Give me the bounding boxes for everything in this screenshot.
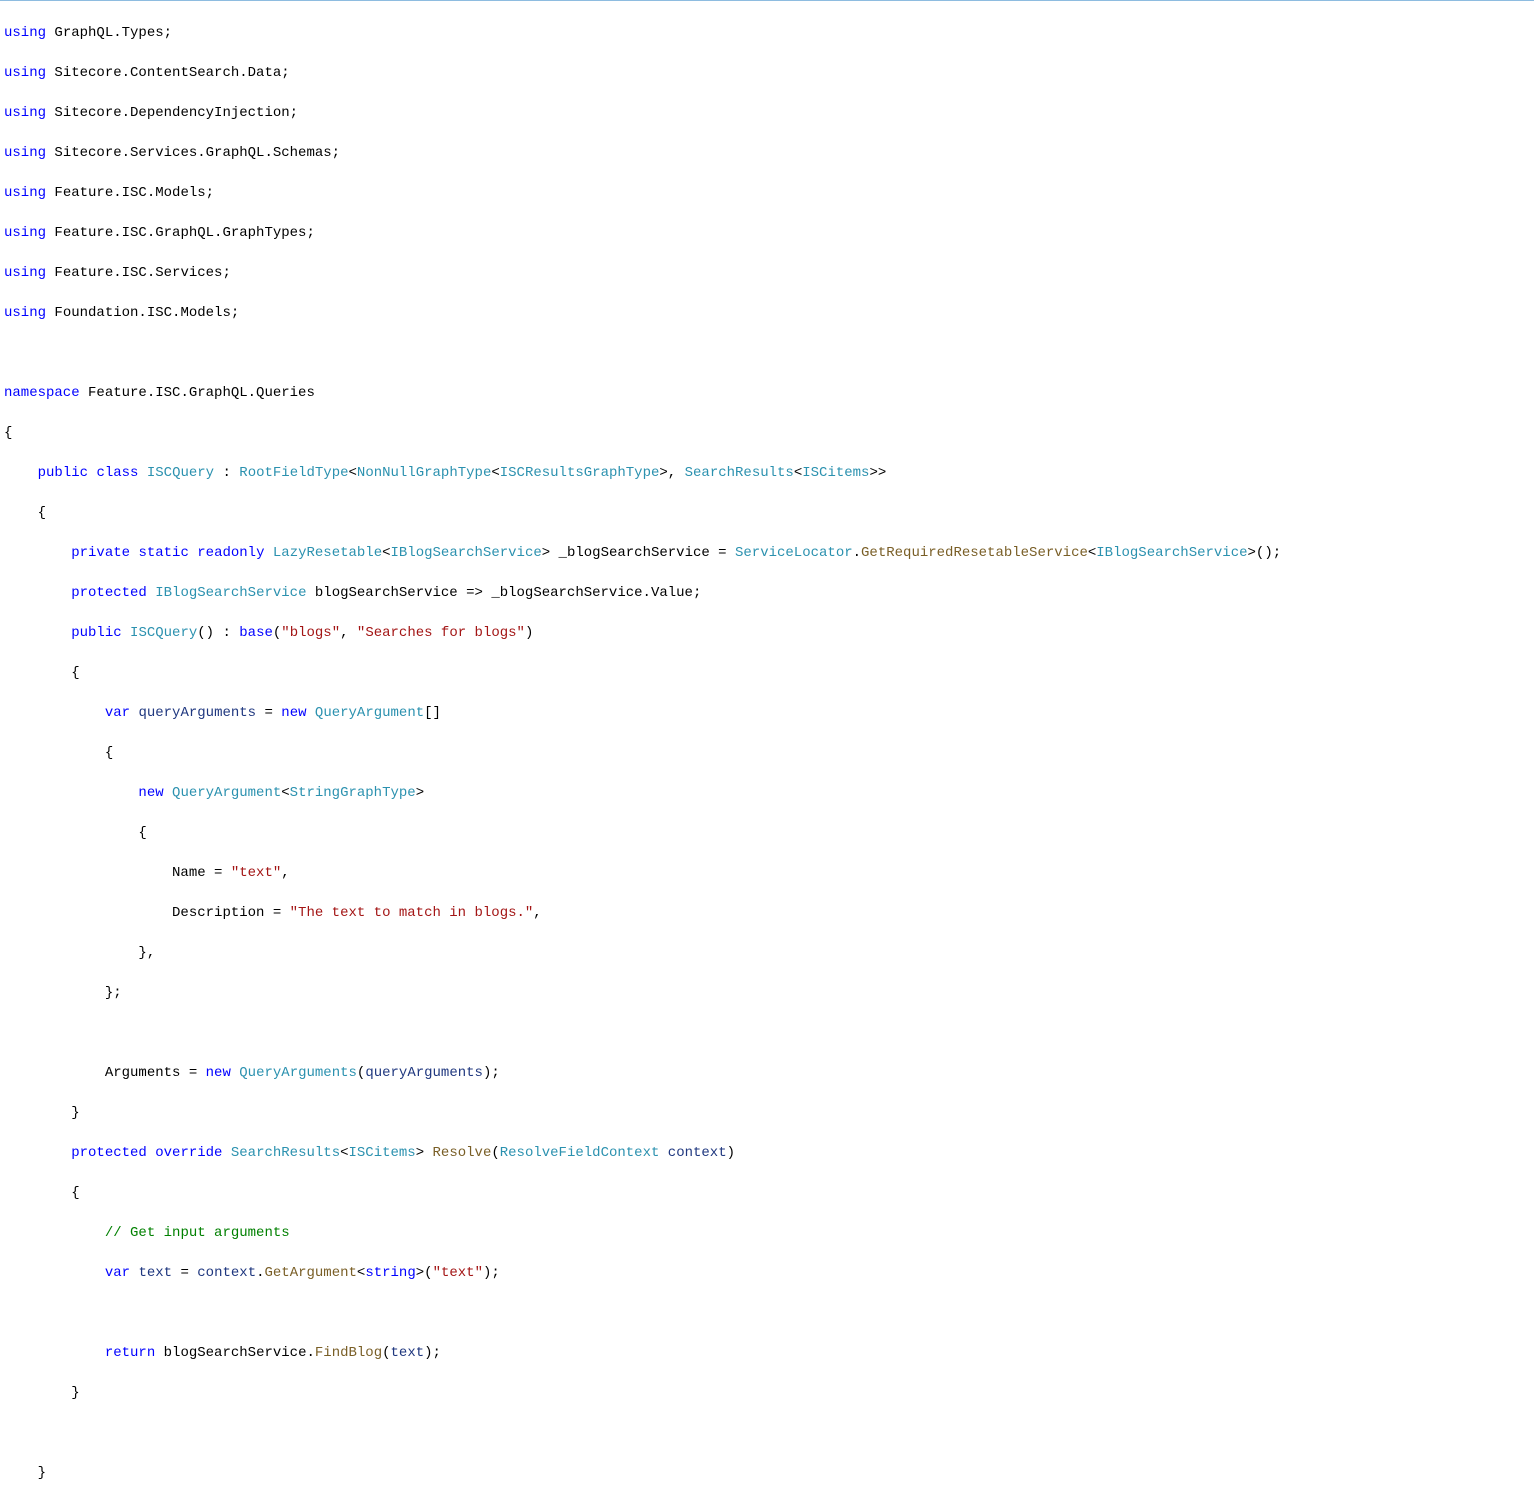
code-line: using Feature.ISC.Models; — [4, 183, 1530, 203]
code-line — [4, 1023, 1530, 1043]
code-line: public ISCQuery() : base("blogs", "Searc… — [4, 623, 1530, 643]
code-line: return blogSearchService.FindBlog(text); — [4, 1343, 1530, 1363]
code-line: using GraphQL.Types; — [4, 23, 1530, 43]
code-line: using Feature.ISC.GraphQL.GraphTypes; — [4, 223, 1530, 243]
code-line: Arguments = new QueryArguments(queryArgu… — [4, 1063, 1530, 1083]
code-line: protected IBlogSearchService blogSearchS… — [4, 583, 1530, 603]
code-line: { — [4, 823, 1530, 843]
code-line: var queryArguments = new QueryArgument[] — [4, 703, 1530, 723]
code-line: } — [4, 1463, 1530, 1483]
code-line: namespace Feature.ISC.GraphQL.Queries — [4, 383, 1530, 403]
code-line: Name = "text", — [4, 863, 1530, 883]
code-line: } — [4, 1383, 1530, 1403]
code-line: { — [4, 1183, 1530, 1203]
code-line: { — [4, 663, 1530, 683]
code-line — [4, 1423, 1530, 1443]
code-line: { — [4, 743, 1530, 763]
code-line: } — [4, 1103, 1530, 1123]
code-line: protected override SearchResults<ISCitem… — [4, 1143, 1530, 1163]
code-line: using Sitecore.Services.GraphQL.Schemas; — [4, 143, 1530, 163]
code-line: new QueryArgument<StringGraphType> — [4, 783, 1530, 803]
code-line: using Feature.ISC.Services; — [4, 263, 1530, 283]
code-line: var text = context.GetArgument<string>("… — [4, 1263, 1530, 1283]
code-line: using Foundation.ISC.Models; — [4, 303, 1530, 323]
code-line: }; — [4, 983, 1530, 1003]
code-line: public class ISCQuery : RootFieldType<No… — [4, 463, 1530, 483]
code-line: using Sitecore.ContentSearch.Data; — [4, 63, 1530, 83]
code-editor[interactable]: using GraphQL.Types; using Sitecore.Cont… — [0, 1, 1534, 1494]
code-line: Description = "The text to match in blog… — [4, 903, 1530, 923]
code-line — [4, 343, 1530, 363]
keyword-using: using — [4, 25, 46, 41]
code-line — [4, 1303, 1530, 1323]
code-line: // Get input arguments — [4, 1223, 1530, 1243]
code-line: { — [4, 503, 1530, 523]
code-line: private static readonly LazyResetable<IB… — [4, 543, 1530, 563]
code-line: }, — [4, 943, 1530, 963]
code-line: using Sitecore.DependencyInjection; — [4, 103, 1530, 123]
code-line: { — [4, 423, 1530, 443]
